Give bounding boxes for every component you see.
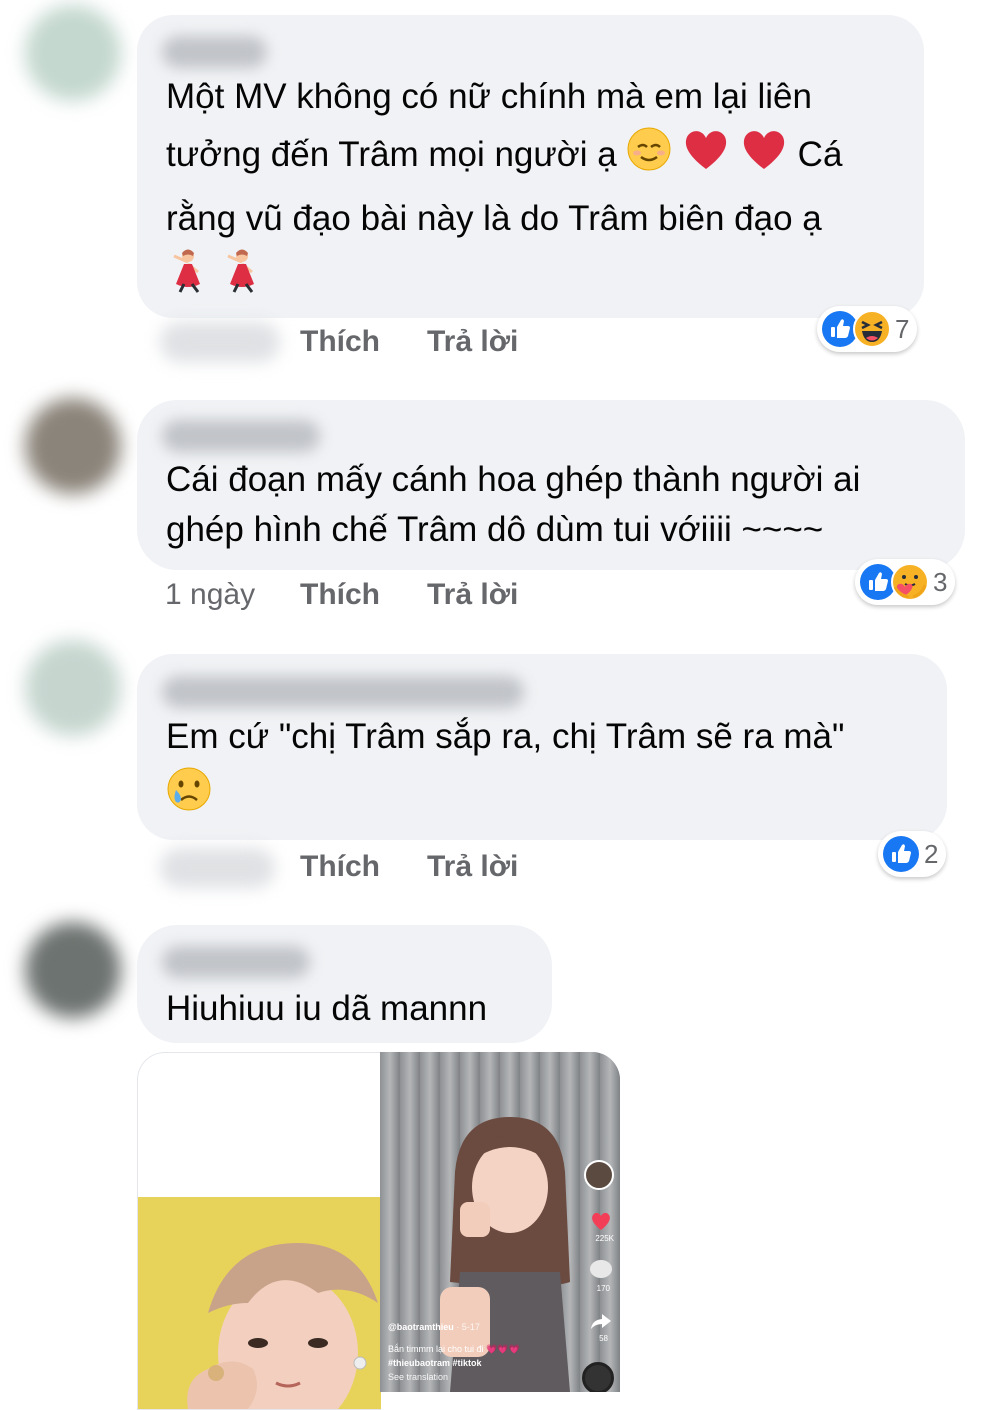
care-reaction-icon [891,563,929,601]
tiktok-handle[interactable]: @baotramthieu [388,1322,454,1332]
crying-face-emoji [166,766,212,830]
tiktok-profile-icon[interactable] [584,1160,614,1190]
commenter-avatar[interactable] [25,398,121,494]
reaction-summary[interactable]: 2 [878,831,947,877]
comment-timestamp: 1 ngày [165,578,256,611]
like-button[interactable]: Thích [300,578,380,612]
tiktok-comment-icon[interactable] [590,1260,612,1278]
commenter-avatar[interactable] [25,640,121,736]
tiktok-heart-icon[interactable] [590,1210,612,1232]
comment-timestamp [160,848,275,888]
tiktok-music-disc-icon[interactable] [582,1362,614,1392]
relieved-face-emoji [626,126,672,190]
tiktok-comment-count: 170 [596,1284,610,1293]
tiktok-caption: @baotramthieu · 5-17 Bắn timmm lại cho t… [388,1322,520,1382]
laugh-reaction-icon [853,310,891,348]
red-heart-emoji [740,126,788,190]
reaction-summary[interactable]: 3 [855,559,956,605]
comment-timestamp [160,322,280,362]
finger-heart-hand [187,1361,257,1409]
red-heart-emoji [682,126,730,190]
commenter-name[interactable] [162,420,320,452]
commenter-name[interactable] [162,946,310,978]
reply-button[interactable]: Trả lời [427,850,518,884]
comment-text: Em cứ "chị Trâm sắp ra, chị Trâm sẽ ra m… [166,708,844,830]
comment-text: Một MV không có nữ chính mà em lại liên … [166,68,842,312]
reaction-summary[interactable]: 7 [817,306,918,352]
comment-text: Hiuhiuu iu dã mannn [166,989,488,1028]
tiktok-share-count: 58 [599,1334,608,1343]
like-reaction-icon [882,835,920,873]
comment-text: Cái đoạn mấy cánh hoa ghép thành người a… [166,460,861,549]
reply-button[interactable]: Trả lời [427,325,518,359]
commenter-name[interactable] [162,36,267,68]
tiktok-share-icon[interactable] [590,1312,612,1330]
tiktok-like-count: 225K [595,1234,614,1243]
attached-photo-left[interactable] [137,1052,381,1410]
like-button[interactable]: Thích [300,325,380,359]
commenter-avatar[interactable] [25,5,121,101]
like-button[interactable]: Thích [300,850,380,884]
commenter-avatar[interactable] [25,922,121,1018]
commenter-name[interactable] [162,676,524,708]
attached-tiktok-screenshot[interactable]: 225K 170 58 @baotramthieu · 5-17 Bắn tim… [380,1052,620,1392]
woman-dancing-emoji [220,248,264,312]
woman-dancing-emoji [166,248,210,312]
reply-button[interactable]: Trả lời [427,578,518,612]
